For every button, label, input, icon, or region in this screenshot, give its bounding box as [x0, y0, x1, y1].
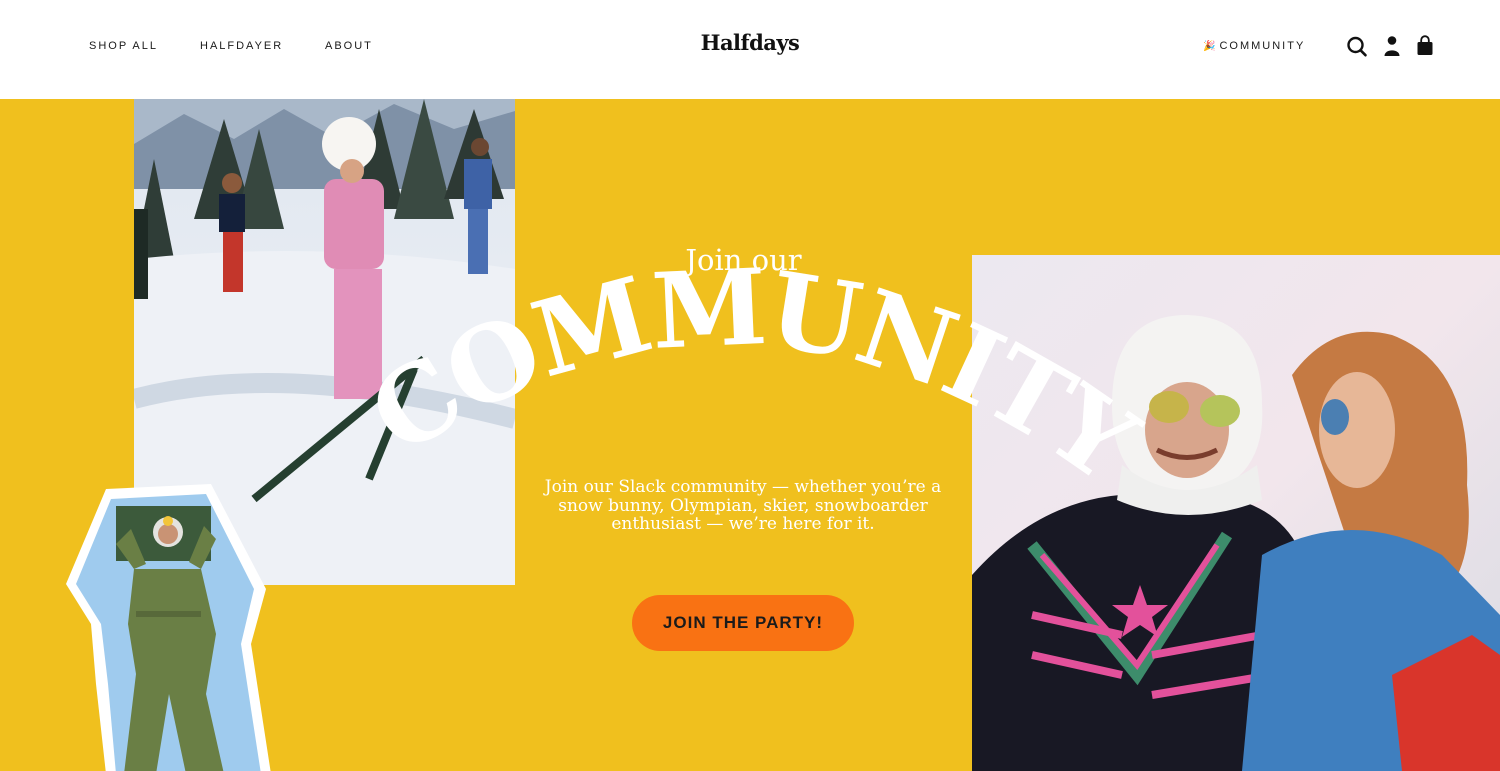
nav-community-label: COMMUNITY: [1219, 40, 1306, 52]
community-arc-headline: COMMUNITY: [349, 245, 1163, 506]
account-icon[interactable]: [1380, 34, 1404, 58]
cart-icon[interactable]: [1413, 34, 1437, 58]
community-hero: Join our COMMUNITY Join our Slack commun…: [0, 99, 1500, 771]
search-icon[interactable]: [1345, 34, 1369, 58]
green-snowsuit-cutout: [56, 484, 286, 771]
site-header: SHOP ALL HALFDAYER ABOUT Halfdays 🎉 COMMU…: [0, 0, 1500, 99]
nav-shop-all[interactable]: SHOP ALL: [89, 40, 158, 52]
brand-logo[interactable]: Halfdays: [701, 30, 800, 55]
nav-community[interactable]: 🎉 COMMUNITY: [1203, 40, 1305, 52]
nav-about[interactable]: ABOUT: [325, 40, 373, 52]
party-popper-icon: 🎉: [1203, 41, 1216, 52]
nav-halfdayer[interactable]: HALFDAYER: [200, 40, 283, 52]
join-the-party-button[interactable]: JOIN THE PARTY!: [632, 595, 854, 651]
community-description: Join our Slack community — whether you’r…: [544, 477, 942, 534]
